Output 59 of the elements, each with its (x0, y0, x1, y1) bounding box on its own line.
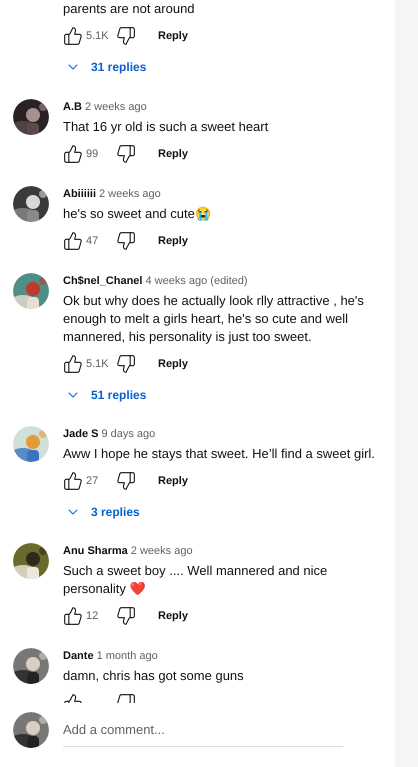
thumbs-up-icon (63, 26, 83, 46)
dislike-button[interactable] (116, 354, 136, 374)
like-count: 5.1K (86, 28, 110, 44)
thumbs-up-icon (63, 354, 83, 374)
author-name[interactable]: A.B (63, 99, 82, 115)
thumbs-down-icon (116, 231, 136, 251)
comment-text: he's so sweet and cute😭 (63, 205, 212, 223)
like-button[interactable] (63, 606, 83, 626)
thumbs-down-icon (116, 26, 136, 46)
like-count: 99 (86, 146, 100, 162)
reply-button[interactable]: Reply (158, 472, 188, 490)
like-count: 27 (86, 474, 100, 489)
comment-text: Aww I hope he stays that sweet. He’ll find a sweet girl. (63, 445, 375, 463)
comment-time: 9 days ago (101, 427, 156, 442)
like-button[interactable] (63, 26, 83, 46)
author-name[interactable]: Dante (63, 648, 94, 664)
like-button[interactable] (63, 471, 83, 491)
thumbs-down-icon (116, 606, 136, 626)
thumbs-down-icon (116, 144, 136, 164)
comment-time: 2 weeks ago (130, 544, 193, 559)
thumbs-down-icon (116, 354, 136, 374)
thumbs-up-icon (63, 471, 83, 491)
reply-button[interactable]: Reply (158, 356, 188, 372)
author-name[interactable]: Anu Sharma (63, 543, 128, 559)
comment-time: 2 weeks ago (84, 100, 147, 115)
comment-text: Such a sweet boy .... Well mannered and nice personality ❤ (63, 562, 328, 598)
author-name[interactable]: Ch$nel_Chanel (63, 273, 142, 289)
view-replies-button[interactable]: 31 replies (65, 58, 146, 76)
dislike-button[interactable] (116, 144, 136, 164)
like-count: 12 (86, 608, 100, 624)
add-comment-field[interactable]: Add a comment... (63, 720, 343, 746)
dislike-button[interactable] (116, 606, 136, 626)
reply-button[interactable]: Reply (158, 232, 188, 250)
view-replies-button[interactable]: 3 replies (65, 503, 140, 521)
comment-text: That 16 yr old is such a sweet heart (63, 118, 270, 136)
like-button[interactable] (63, 231, 83, 251)
comment-text: parents are not around (63, 0, 196, 18)
view-replies-button[interactable]: 51 replies (65, 386, 146, 404)
thumbs-up-icon (63, 231, 83, 251)
reply-button[interactable]: Reply (158, 608, 188, 624)
comment-text: damn, chris has got some guns (63, 667, 245, 685)
comment-text: Ok but why does he actually look rlly attractive , he's enough to melt a girls heart, he's so cute and well mannered, his personality is just too sweet. (63, 292, 365, 346)
like-button[interactable] (63, 144, 83, 164)
comment-time: 1 month ago (96, 649, 158, 664)
dislike-button[interactable] (116, 471, 136, 491)
dislike-button[interactable] (116, 26, 136, 46)
thumbs-up-icon (63, 606, 83, 626)
author-name[interactable]: Jade S (63, 426, 98, 442)
reply-button[interactable]: Reply (158, 146, 188, 162)
dislike-button[interactable] (116, 231, 136, 251)
like-count: 47 (86, 234, 100, 249)
reply-button[interactable]: Reply (158, 28, 188, 44)
thumbs-up-icon (63, 144, 83, 164)
comment-time: 4 weeks ago (edited) (145, 274, 248, 289)
thumbs-down-icon (116, 471, 136, 491)
like-button[interactable] (63, 354, 83, 374)
like-count: 5.1K (86, 356, 110, 372)
author-name[interactable]: Abiiiiii (63, 186, 96, 202)
comment-time: 2 weeks ago (99, 187, 161, 202)
